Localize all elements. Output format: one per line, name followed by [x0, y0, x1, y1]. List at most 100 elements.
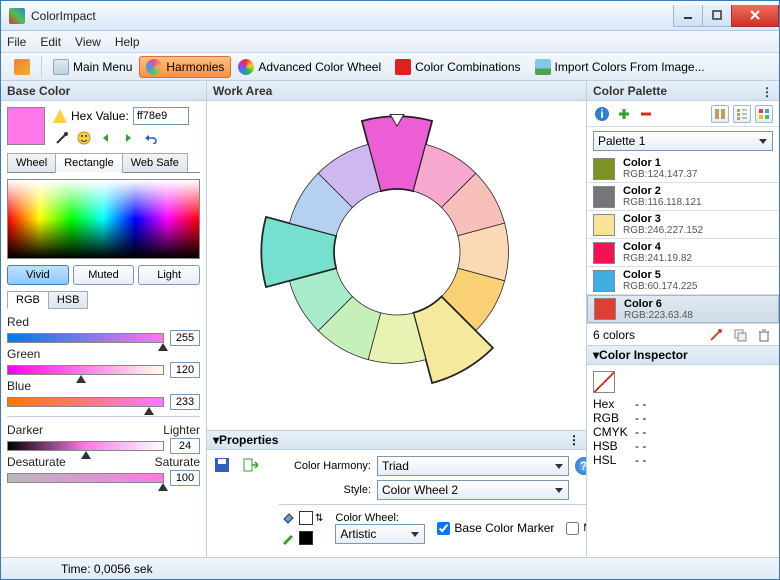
svg-text:i: i	[600, 107, 603, 121]
blue-label: Blue	[7, 379, 31, 393]
green-slider[interactable]	[7, 365, 164, 375]
next-color-icon[interactable]	[119, 129, 137, 147]
red-value[interactable]	[170, 330, 200, 346]
toolbar-color-combinations-button[interactable]: Color Combinations	[388, 56, 527, 78]
base-color-swatch[interactable]	[7, 107, 45, 145]
red-slider[interactable]	[7, 333, 164, 343]
status-time: Time: 0,0056 sek	[61, 562, 153, 576]
view-grid-icon[interactable]	[755, 105, 773, 123]
red-label: Red	[7, 315, 29, 329]
export-icon[interactable]	[241, 456, 259, 474]
palette-item[interactable]: Color 6RGB:223.63.48	[587, 295, 779, 323]
menu-file[interactable]: File	[7, 35, 26, 49]
top-toolbar: Main Menu Harmonies Advanced Color Wheel…	[1, 53, 779, 81]
green-value[interactable]	[170, 362, 200, 378]
inspector-swatch	[593, 371, 615, 393]
palette-count: 6 colors	[593, 328, 635, 342]
undo-icon[interactable]	[141, 129, 159, 147]
palette-swatch	[593, 270, 615, 292]
darklight-slider[interactable]	[7, 441, 164, 451]
light-button[interactable]: Light	[138, 265, 200, 285]
view-large-icon[interactable]	[711, 105, 729, 123]
palette-item-name: Color 2	[623, 185, 702, 197]
style-label: Style:	[279, 484, 371, 496]
lighter-label: Lighter	[163, 423, 200, 437]
toolbar-import-image-button[interactable]: Import Colors From Image...	[528, 56, 712, 78]
harmony-combo[interactable]: Triad	[377, 456, 569, 476]
info-icon[interactable]: i	[593, 105, 611, 123]
tab-rgb[interactable]: RGB	[7, 291, 49, 309]
remove-color-icon[interactable]	[637, 105, 655, 123]
maximize-button[interactable]	[702, 5, 732, 27]
palette-swatch	[593, 158, 615, 180]
panel-menu-icon[interactable]: ⋮	[568, 433, 580, 447]
harmony-label: Color Harmony:	[279, 460, 371, 472]
base-color-header: Base Color	[1, 81, 206, 101]
palette-item[interactable]: Color 5RGB:60.174.225	[587, 267, 779, 295]
help-icon[interactable]: ?	[575, 457, 587, 475]
toolbar-main-menu-button[interactable]: Main Menu	[46, 56, 139, 78]
color-wheel[interactable]	[242, 97, 552, 407]
fg-swatch[interactable]	[299, 511, 313, 525]
minimize-button[interactable]	[673, 5, 703, 27]
eyedropper-icon[interactable]	[707, 326, 725, 344]
palette-select[interactable]: Palette 1	[593, 131, 773, 151]
palette-item[interactable]: Color 3RGB:246.227.152	[587, 211, 779, 239]
wheel-label: Color Wheel:	[335, 512, 425, 524]
darklight-value[interactable]	[170, 438, 200, 454]
app-window: ColorImpact File Edit View Help Main Men…	[0, 0, 780, 580]
prev-color-icon[interactable]	[97, 129, 115, 147]
save-icon[interactable]	[213, 456, 231, 474]
saturation-value[interactable]	[170, 470, 200, 486]
view-list-icon[interactable]	[733, 105, 751, 123]
saturate-label: Saturate	[155, 455, 200, 469]
panel-menu-icon[interactable]: ⋮	[761, 85, 773, 97]
add-color-icon[interactable]	[615, 105, 633, 123]
style-combo[interactable]: Color Wheel 2	[377, 480, 569, 500]
muted-button[interactable]: Muted	[73, 265, 135, 285]
toolbar-back-button[interactable]	[7, 56, 37, 78]
wheel-combo[interactable]: Artistic	[335, 524, 425, 544]
palette-swatch	[593, 242, 615, 264]
extra-checkbox[interactable]: M	[566, 522, 587, 535]
menu-help[interactable]: Help	[115, 35, 140, 49]
toolbar-harmonies-button[interactable]: Harmonies	[139, 56, 231, 78]
toolbar-advanced-wheel-button[interactable]: Advanced Color Wheel	[231, 56, 388, 78]
vivid-button[interactable]: Vivid	[7, 265, 69, 285]
close-button[interactable]	[731, 5, 779, 27]
blue-slider[interactable]	[7, 397, 164, 407]
saturation-slider[interactable]	[7, 473, 164, 483]
inspector-header: ▾ Color Inspector	[587, 345, 779, 365]
palette-item-rgb: RGB:124.147.37	[623, 169, 698, 180]
menu-view[interactable]: View	[75, 35, 101, 49]
fill-icon[interactable]	[279, 509, 297, 527]
palette-item[interactable]: Color 1RGB:124.147.37	[587, 155, 779, 183]
left-panel: Base Color Hex Value:	[1, 81, 207, 557]
palette-swatch	[594, 298, 616, 320]
desaturate-label: Desaturate	[7, 455, 66, 469]
tab-rectangle[interactable]: Rectangle	[55, 153, 123, 173]
swap-icon[interactable]: ⇅	[315, 513, 323, 524]
copy-icon[interactable]	[731, 326, 749, 344]
inspector-body: Hex- - RGB- - CMYK- - HSB- - HSL- -	[587, 365, 779, 473]
base-marker-checkbox[interactable]: Base Color Marker	[437, 521, 554, 535]
tab-websafe[interactable]: Web Safe	[122, 153, 188, 172]
palette-item[interactable]: Color 2RGB:116.118.121	[587, 183, 779, 211]
palette-item[interactable]: Color 4RGB:241.19.82	[587, 239, 779, 267]
pencil-icon[interactable]	[279, 529, 297, 547]
trash-icon[interactable]	[755, 326, 773, 344]
palette-item-name: Color 4	[623, 241, 692, 253]
blue-value[interactable]	[170, 394, 200, 410]
center-panel: Work Area ▾ Properties⋮ Color Harmony:Tr…	[207, 81, 587, 557]
smiley-icon[interactable]	[75, 129, 93, 147]
tab-hsb[interactable]: HSB	[48, 291, 89, 309]
right-panel: Color Palette⋮ i Palette 1 Color 1RGB:12…	[587, 81, 779, 557]
eyedropper-icon[interactable]	[53, 129, 71, 147]
work-area-canvas[interactable]	[207, 101, 586, 430]
palette-item-rgb: RGB:60.174.225	[623, 281, 698, 292]
hex-input[interactable]	[133, 107, 189, 125]
tab-wheel[interactable]: Wheel	[7, 153, 56, 172]
menu-edit[interactable]: Edit	[40, 35, 61, 49]
bg-swatch[interactable]	[299, 531, 313, 545]
color-picker-rectangle[interactable]	[7, 179, 200, 259]
